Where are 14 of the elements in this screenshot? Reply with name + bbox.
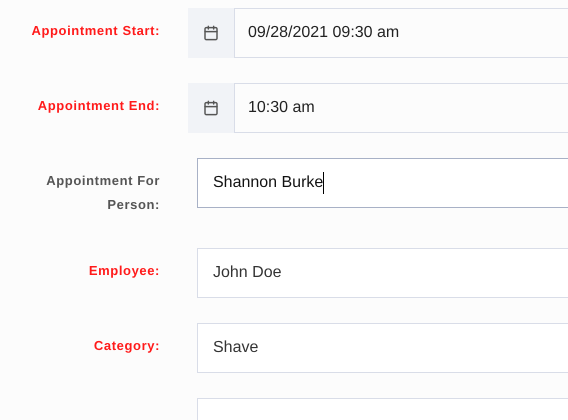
- input-field[interactable]: Shave: [197, 323, 568, 373]
- field-label: Appointment For Person:: [45, 172, 160, 214]
- date-field[interactable]: 10:30 am: [234, 83, 568, 133]
- field-label: Employee:: [88, 262, 160, 280]
- calendar-addon[interactable]: [188, 8, 234, 58]
- input-field[interactable]: John Doe: [197, 248, 568, 298]
- field-label: Appointment Start:: [30, 22, 160, 40]
- input-field[interactable]: Shannon Burke: [197, 158, 568, 208]
- calendar-icon: [203, 25, 219, 41]
- date-field[interactable]: 09/28/2021 09:30 am: [234, 8, 568, 58]
- field-label: Category:: [92, 337, 160, 355]
- field-label: Appointment End:: [36, 97, 160, 115]
- calendar-addon[interactable]: [188, 83, 234, 133]
- calendar-icon: [203, 100, 219, 116]
